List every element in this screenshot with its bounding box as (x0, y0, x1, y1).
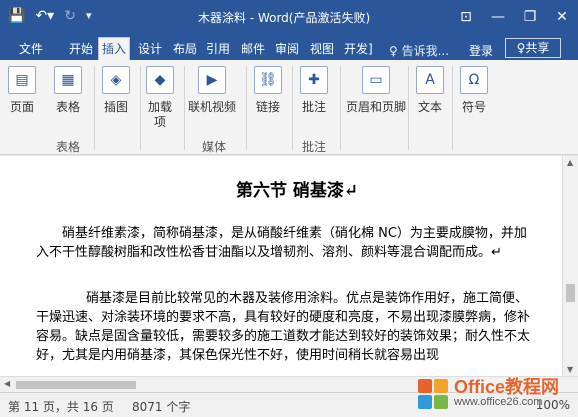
watermark-url: www.office26.com (454, 395, 543, 408)
tab-review[interactable]: 审阅 (272, 38, 302, 60)
comment-icon: ✚ (300, 66, 328, 94)
text-button[interactable]: A 文本 (416, 66, 444, 115)
online-video-icon: ▶ (198, 66, 226, 94)
tab-insert[interactable]: 插入 (98, 37, 131, 60)
tab-file[interactable]: 文件 (16, 38, 46, 60)
symbols-label: 符号 (461, 100, 486, 114)
group-separator (292, 66, 293, 150)
group-separator (94, 66, 95, 150)
scroll-up-icon[interactable]: ▲ (567, 158, 573, 167)
online-video-button[interactable]: ▶ 联机视频 (188, 66, 236, 115)
page-icon: ▤ (8, 66, 36, 94)
document-heading: 第六节 硝基漆↵ (236, 181, 359, 201)
ribbon-tabs: 文件 开始 插入 设计 布局 引用 邮件 审阅 视图 开发] ♀ 告诉我... … (0, 34, 578, 60)
ribbon-insert: ▤ 页面 ▦ 表格 ◈ 插图 ◆ 加载 项 ▶ 联机视频 ⛓ 链接 ✚ 批注 ▭… (0, 60, 578, 155)
link-icon: ⛓ (254, 66, 282, 94)
pages-button[interactable]: ▤ 页面 (8, 66, 36, 115)
ribbon-display-icon[interactable]: ⊡ (450, 0, 482, 34)
document-area: 第六节 硝基漆↵ 硝基纤维素漆，简称硝基漆，是从硝酸纤维素（硝化棉 NC）为主要… (0, 156, 562, 376)
table-label: 表格 (55, 100, 80, 114)
illustrations-button[interactable]: ◈ 插图 (102, 66, 130, 115)
group-separator (340, 66, 341, 150)
illustration-icon: ◈ (102, 66, 130, 94)
tell-me-search[interactable]: ♀ 告诉我... (389, 42, 449, 59)
vertical-scroll-thumb[interactable] (566, 284, 575, 302)
group-separator (452, 66, 453, 150)
addins-icon: ◆ (146, 66, 174, 94)
symbol-icon: Ω (460, 66, 488, 94)
comment-button[interactable]: ✚ 批注 (300, 66, 328, 115)
minimize-icon[interactable]: — (482, 0, 514, 34)
header-footer-icon: ▭ (362, 66, 390, 94)
comment-label: 批注 (301, 100, 326, 114)
tab-references[interactable]: 引用 (203, 38, 233, 60)
share-button[interactable]: ♀共享 (505, 38, 561, 58)
pages-label: 页面 (9, 100, 34, 114)
table-button[interactable]: ▦ 表格 (54, 66, 82, 115)
office-logo-icon (418, 378, 450, 411)
watermark-title: Office教程网 (454, 376, 560, 397)
tab-home[interactable]: 开始 (66, 38, 96, 60)
window-title: 木器涂料 - Word(产品激活失败) (198, 11, 371, 25)
tab-design[interactable]: 设计 (135, 38, 165, 60)
scroll-left-icon[interactable]: ◀ (4, 379, 10, 388)
document-page[interactable]: 第六节 硝基漆↵ 硝基纤维素漆，简称硝基漆，是从硝酸纤维素（硝化棉 NC）为主要… (0, 156, 562, 376)
close-icon[interactable]: ✕ (546, 0, 578, 34)
online-video-label: 联机视频 (188, 100, 237, 114)
addins-button[interactable]: ◆ 加载 项 (146, 66, 174, 130)
horizontal-scroll-thumb[interactable] (16, 381, 136, 389)
text-label: 文本 (417, 100, 442, 114)
addins-label: 加载 项 (147, 100, 172, 129)
text-icon: A (416, 66, 444, 94)
tab-layout[interactable]: 布局 (170, 38, 200, 60)
undo-icon[interactable]: ↶▾ (35, 6, 54, 26)
illustrations-label: 插图 (103, 100, 128, 114)
paragraph-1: 硝基纤维素漆，简称硝基漆，是从硝酸纤维素（硝化棉 NC）为主要成膜物，并加入不干… (36, 226, 527, 260)
group-label-media: 媒体 (202, 140, 227, 154)
group-label-table: 表格 (56, 140, 81, 154)
tab-view[interactable]: 视图 (307, 38, 337, 60)
restore-icon[interactable]: ❐ (514, 0, 546, 34)
table-icon: ▦ (54, 66, 82, 94)
window-controls: ⊡ — ❐ ✕ (450, 0, 578, 34)
quick-access-toolbar: 💾 ↶▾ ↻ ▾ (8, 6, 91, 26)
symbols-button[interactable]: Ω 符号 (460, 66, 488, 115)
login-link[interactable]: 登录 (469, 42, 493, 59)
group-separator (184, 66, 185, 150)
header-footer-label: 页眉和页脚 (346, 100, 407, 114)
title-bar: 💾 ↶▾ ↻ ▾ 木器涂料 - Word(产品激活失败) ⊡ — ❐ ✕ (0, 0, 578, 34)
group-separator (408, 66, 409, 150)
header-footer-button[interactable]: ▭ 页眉和页脚 (346, 66, 406, 115)
vertical-scrollbar[interactable]: ▲ ▼ (562, 156, 578, 376)
site-watermark: Office教程网 www.office26.com (418, 372, 578, 417)
word-count[interactable]: 8071 个字 (132, 398, 190, 415)
group-label-comments: 批注 (302, 140, 327, 154)
group-separator (246, 66, 247, 150)
group-separator (140, 66, 141, 150)
save-icon[interactable]: 💾 (8, 6, 25, 26)
tab-mailings[interactable]: 邮件 (238, 38, 268, 60)
customize-qat-icon[interactable]: ▾ (86, 6, 92, 26)
page-count[interactable]: 第 11 页，共 16 页 (8, 398, 114, 415)
links-label: 链接 (255, 100, 280, 114)
tab-developer[interactable]: 开发] (341, 38, 376, 60)
paragraph-2: 硝基漆是目前比较常见的木器及装修用涂料。优点是装饰作用好，施工简便、干燥迅速、对… (36, 291, 531, 363)
links-button[interactable]: ⛓ 链接 (254, 66, 282, 115)
redo-icon[interactable]: ↻ (64, 6, 76, 26)
